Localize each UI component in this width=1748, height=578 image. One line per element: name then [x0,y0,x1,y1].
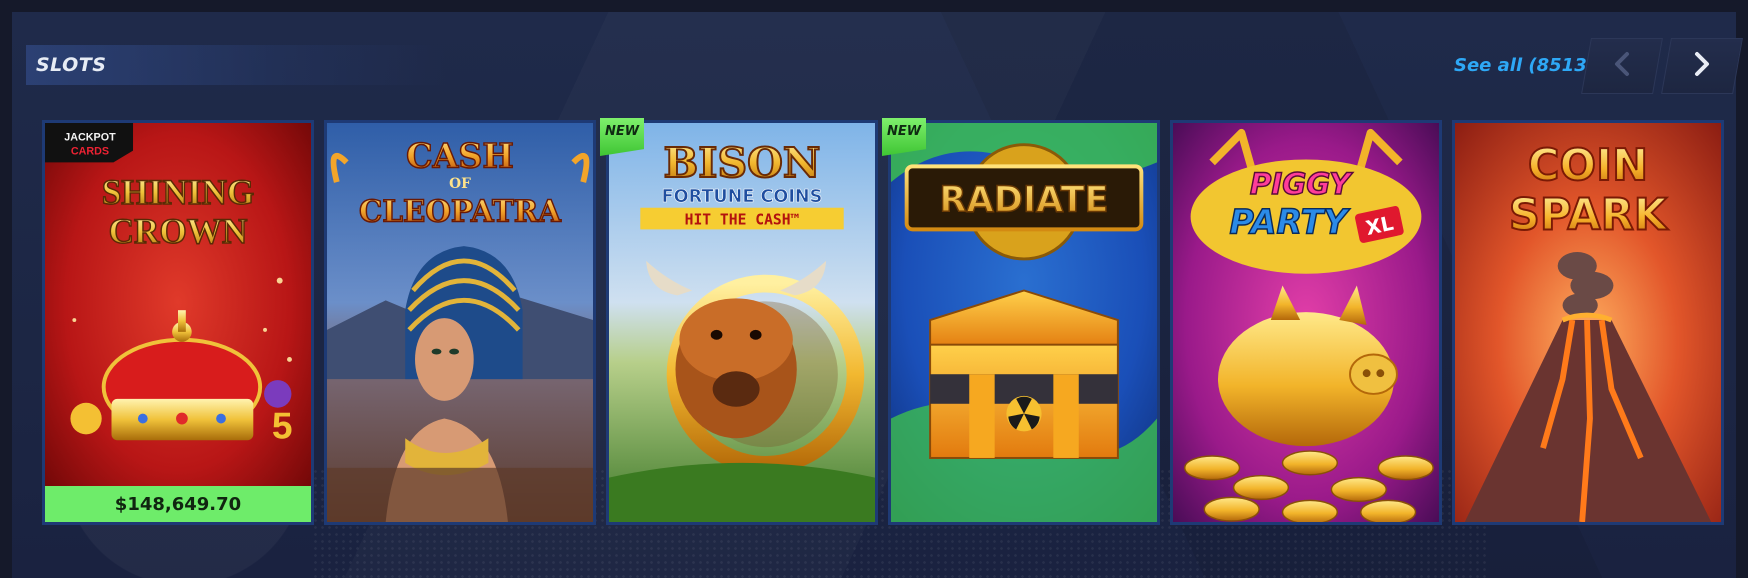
jackpot-amount: $148,649.70 [45,486,311,522]
art-title-line-3: HIT THE CASH™ [685,211,800,228]
art-title-line-2: OF [449,176,471,192]
game-art-radiate: RADIATE [891,123,1157,522]
carousel-next-button[interactable] [1661,38,1743,94]
game-tile-cash-of-cleopatra[interactable]: CASH OF CLEOPATRA [324,120,596,525]
art-title-line-2: FORTUNE COINS [662,187,823,207]
section-header: SLOTS [26,45,446,85]
art-title-line-1: CASH [406,136,514,175]
see-all-link[interactable]: See all (8513) [1454,55,1595,76]
art-title-line-3: CLEOPATRA [359,193,562,228]
art-title-line-1: PIGGY [1250,167,1353,201]
chevron-right-icon [1691,51,1713,81]
section-title: SLOTS [36,54,107,76]
art-title-line-1: SHINING [102,173,255,212]
game-tile-piggy-party-xl[interactable]: PIGGY PARTY XL [1170,120,1442,525]
game-tile-coin-spark[interactable]: COIN SPARK [1452,120,1724,525]
game-art-coin-spark: COIN SPARK [1455,123,1721,522]
carousel-prev-button[interactable] [1581,38,1663,94]
art-title-line-2: CROWN [109,212,248,251]
art-title: RADIATE [939,180,1108,221]
game-tile-radiate[interactable]: RADIATE [888,120,1160,525]
game-art-shining-crown: JACKPOT CARDS SHINING CROWN 5 [45,123,311,522]
game-art-cash-of-cleopatra: CASH OF CLEOPATRA [327,123,593,522]
game-art-bison-fortune-coins: BISON FORTUNE COINS HIT THE CASH™ [609,123,875,522]
art-title-line-2: SPARK [1509,190,1669,240]
art-title-line-1: BISON [664,138,821,187]
game-art-piggy-party-xl: PIGGY PARTY XL [1173,123,1439,522]
brand-line-1: JACKPOT [64,132,116,144]
svg-text:5: 5 [272,404,293,446]
brand-line-2: CARDS [71,145,109,157]
game-tile-bison-fortune-coins[interactable]: BISON FORTUNE COINS HIT THE CASH™ [606,120,878,525]
art-title-line-1: COIN [1528,141,1648,191]
game-tile-shining-crown[interactable]: JACKPOT CARDS SHINING CROWN 5 $148,649.7… [42,120,314,525]
chevron-left-icon [1611,51,1633,81]
art-title-line-2: PARTY [1229,202,1350,241]
